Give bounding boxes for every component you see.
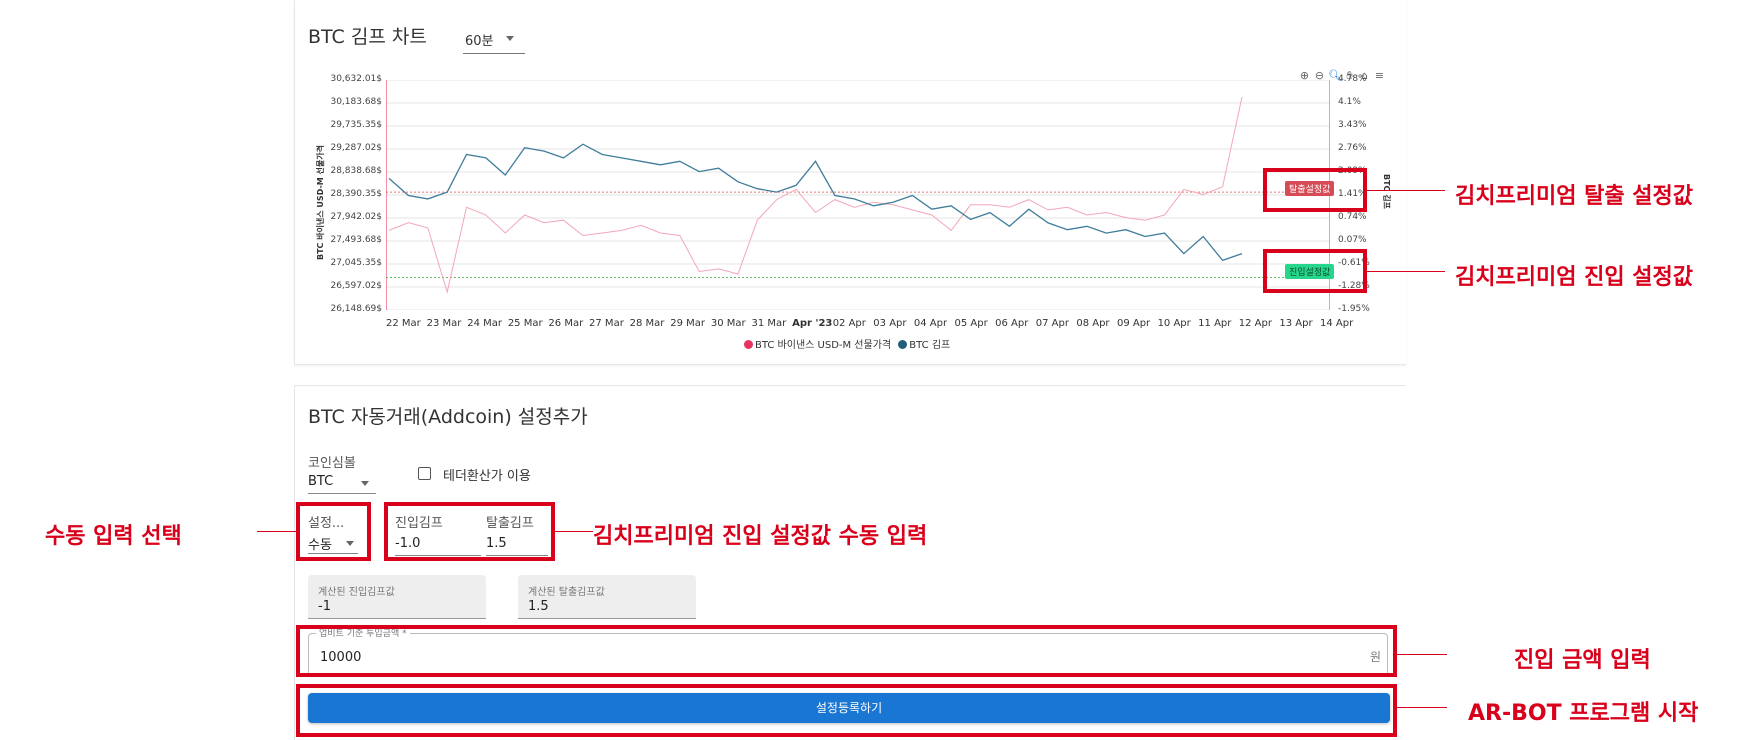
right-axis-tick: 4.1%	[1338, 97, 1361, 107]
calc-entry-kimp-field: 계산된 진입김프값 -1	[308, 575, 486, 619]
start-button-highlight	[296, 684, 1397, 737]
x-axis-tick: 29 Mar	[670, 318, 706, 329]
x-axis-tick: Apr '23	[792, 318, 833, 329]
x-axis-tick: 08 Apr	[1076, 318, 1110, 329]
chart-legend: BTC 바이낸스 USD-M 선물가격 BTC 김프	[744, 336, 950, 351]
legend-item-futures[interactable]: BTC 바이낸스 USD-M 선물가격	[744, 340, 891, 351]
entry-setting-leader	[1367, 271, 1445, 272]
manual-entry-highlight	[384, 502, 555, 561]
x-axis-tick: 24 Mar	[467, 318, 502, 329]
left-axis-tick: 28,838.68$	[330, 166, 382, 176]
interval-select-value: 60분	[465, 34, 494, 49]
entry-setting-highlight	[1263, 249, 1367, 293]
coin-symbol-label: 코인심볼	[308, 456, 356, 471]
left-axis-tick: 30,183.68$	[330, 97, 382, 107]
x-axis-tick: 26 Mar	[548, 318, 584, 329]
left-axis-tick: 29,735.35$	[330, 120, 382, 130]
mode-select-highlight	[296, 502, 371, 561]
annotation-start-program: AR-BOT 프로그램 시작	[1468, 701, 1699, 726]
chart-card-title: BTC 김프 차트	[308, 26, 427, 48]
left-axis-tick: 27,493.68$	[330, 235, 382, 245]
x-axis-tick: 28 Mar	[629, 318, 665, 329]
exit-setting-highlight	[1263, 168, 1367, 212]
right-axis-tick: 2.76%	[1338, 143, 1367, 153]
left-axis-tick: 29,287.02$	[330, 143, 382, 153]
right-axis-tick: 0.74%	[1338, 212, 1367, 222]
x-axis-tick: 10 Apr	[1157, 318, 1191, 329]
tether-checkbox[interactable]	[418, 467, 431, 480]
chart-plot-area	[386, 80, 1330, 310]
left-axis-tick: 27,942.02$	[330, 212, 382, 222]
x-axis-tick: 07 Apr	[1035, 318, 1069, 329]
x-axis-tick: 30 Mar	[710, 318, 746, 329]
annotation-entry-setting: 김치프리미엄 진입 설정값	[1455, 265, 1693, 290]
x-axis-tick: 13 Apr	[1279, 318, 1313, 329]
right-axis-tick: 0.07%	[1338, 235, 1367, 245]
series-line-kimp	[388, 143, 1243, 262]
interval-select[interactable]: 60분	[463, 28, 525, 54]
legend-label-kimp: BTC 김프	[909, 340, 951, 351]
annotation-manual-select: 수동 입력 선택	[45, 524, 182, 549]
x-axis-tick: 02 Apr	[832, 318, 866, 329]
legend-label-futures: BTC 바이낸스 USD-M 선물가격	[755, 340, 892, 351]
x-axis-tick: 03 Apr	[873, 318, 907, 329]
x-axis-tick: 23 Mar	[426, 318, 462, 329]
exit-setting-leader	[1367, 190, 1445, 191]
legend-dot-kimp	[898, 340, 908, 349]
x-axis-tick: 05 Apr	[954, 318, 988, 329]
chevron-down-icon	[506, 36, 514, 41]
x-axis-tick: 04 Apr	[913, 318, 948, 329]
x-axis-tick: 22 Mar	[386, 318, 421, 329]
left-axis-tick: 27,045.35$	[330, 258, 382, 268]
mode-select-leader	[257, 531, 296, 532]
calc-exit-kimp-value: 1.5	[528, 599, 549, 614]
left-axis-tick: 28,390.35$	[330, 189, 382, 199]
start-button-leader	[1397, 707, 1447, 708]
x-axis-tick: 09 Apr	[1116, 318, 1151, 329]
manual-entry-leader	[555, 531, 593, 532]
calc-exit-kimp-field: 계산된 탈출김프값 1.5	[518, 575, 696, 619]
x-axis-tick: 14 Apr	[1320, 318, 1354, 329]
right-axis-tick: 3.43%	[1338, 120, 1367, 130]
chevron-down-icon	[361, 481, 369, 486]
calc-entry-kimp-label: 계산된 진입김프값	[318, 587, 395, 598]
left-axis-tick: 26,148.69$	[330, 304, 382, 314]
x-axis-tick: 31 Mar	[751, 318, 787, 329]
x-axis-tick: 12 Apr	[1238, 318, 1272, 329]
menu-icon[interactable]: ≡	[1373, 69, 1386, 82]
legend-item-kimp[interactable]: BTC 김프	[898, 340, 950, 351]
calc-exit-kimp-label: 계산된 탈출김프값	[528, 587, 605, 598]
annotation-manual-entry: 김치프리미엄 진입 설정값 수동 입력	[593, 524, 928, 549]
x-axis-tick: 06 Apr	[995, 318, 1029, 329]
right-axis-title: BTC 김프	[1382, 174, 1391, 209]
x-axis-tick: 25 Mar	[507, 318, 543, 329]
annotation-exit-setting: 김치프리미엄 탈출 설정값	[1455, 184, 1693, 209]
legend-dot-futures	[744, 340, 753, 349]
amount-input-highlight	[296, 625, 1397, 677]
coin-symbol-value: BTC	[308, 474, 334, 489]
x-axis-tick: 11 Apr	[1198, 318, 1232, 329]
tether-checkbox-label: 테더환산가 이용	[443, 469, 531, 484]
left-axis-tick: 26,597.02$	[330, 281, 382, 291]
right-axis-title-wrap: BTC 김프	[1382, 174, 1393, 209]
amount-input-leader	[1397, 654, 1447, 655]
left-axis-tick: 30,632.01$	[330, 74, 382, 84]
settings-card-title: BTC 자동거래(Addcoin) 설정추가	[308, 406, 588, 428]
coin-symbol-select[interactable]: BTC	[308, 470, 376, 494]
right-axis-tick: 4.78%	[1338, 74, 1367, 84]
annotation-amount-input: 진입 금액 입력	[1514, 648, 1651, 673]
x-axis-tick: 27 Mar	[589, 318, 624, 329]
calc-entry-kimp-value: -1	[318, 599, 331, 614]
right-axis-tick: -1.95%	[1338, 304, 1370, 314]
